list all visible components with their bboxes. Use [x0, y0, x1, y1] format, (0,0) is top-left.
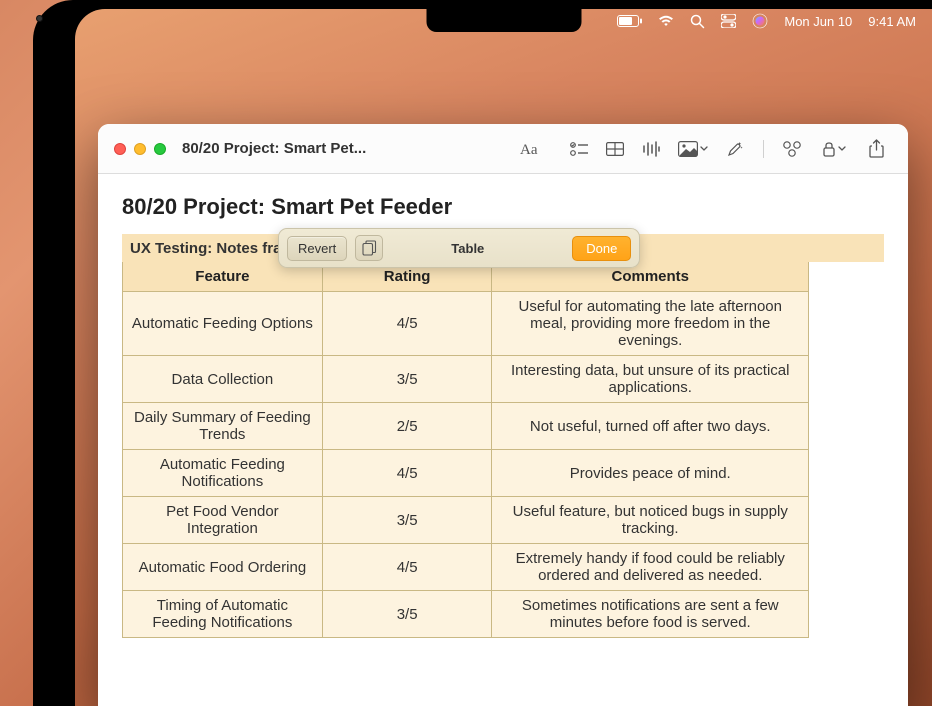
- cell-comments[interactable]: Not useful, turned off after two days.: [492, 403, 809, 450]
- note-subtitle: UX Testing: Notes fra: [130, 240, 281, 257]
- lock-button[interactable]: [810, 134, 858, 164]
- writing-tools-button[interactable]: [717, 134, 753, 164]
- cell-comments[interactable]: Interesting data, but unsure of its prac…: [492, 356, 809, 403]
- copy-button[interactable]: [355, 235, 383, 261]
- cell-feature[interactable]: Pet Food Vendor Integration: [123, 497, 323, 544]
- minimize-button[interactable]: [134, 143, 146, 155]
- camera-dot: [36, 15, 43, 22]
- checklist-button[interactable]: [561, 134, 597, 164]
- cell-rating[interactable]: 2/5: [322, 403, 492, 450]
- cell-rating[interactable]: 4/5: [322, 544, 492, 591]
- cell-comments[interactable]: Provides peace of mind.: [492, 450, 809, 497]
- close-button[interactable]: [114, 143, 126, 155]
- done-button[interactable]: Done: [572, 236, 631, 261]
- svg-text:Aa: Aa: [520, 142, 538, 157]
- share-button[interactable]: [858, 134, 894, 164]
- cell-rating[interactable]: 3/5: [322, 356, 492, 403]
- feedback-table[interactable]: Feature Rating Comments Automatic Feedin…: [122, 262, 809, 638]
- format-button[interactable]: Aa: [513, 134, 549, 164]
- control-center-icon[interactable]: [721, 14, 736, 28]
- cell-comments[interactable]: Useful feature, but noticed bugs in supp…: [492, 497, 809, 544]
- revert-button[interactable]: Revert: [287, 236, 347, 261]
- battery-icon[interactable]: [617, 15, 642, 27]
- table-row[interactable]: Daily Summary of Feeding Trends2/5Not us…: [123, 403, 809, 450]
- cell-rating[interactable]: 4/5: [322, 450, 492, 497]
- chevron-down-icon: [838, 146, 846, 151]
- laptop-frame: Mon Jun 10 9:41 AM 80/20 Project: Smart …: [0, 0, 932, 706]
- table-row[interactable]: Automatic Feeding Options4/5Useful for a…: [123, 292, 809, 356]
- cell-feature[interactable]: Data Collection: [123, 356, 323, 403]
- table-row[interactable]: Automatic Feeding Notifications4/5Provid…: [123, 450, 809, 497]
- cell-feature[interactable]: Daily Summary of Feeding Trends: [123, 403, 323, 450]
- link-button[interactable]: [774, 134, 810, 164]
- notes-window: 80/20 Project: Smart Pet... Aa: [98, 124, 908, 706]
- menubar-date[interactable]: Mon Jun 10: [784, 14, 852, 29]
- menubar-time[interactable]: 9:41 AM: [868, 14, 916, 29]
- cell-feature[interactable]: Automatic Feeding Options: [123, 292, 323, 356]
- titlebar: 80/20 Project: Smart Pet... Aa: [98, 124, 908, 174]
- table-row[interactable]: Data Collection3/5Interesting data, but …: [123, 356, 809, 403]
- traffic-lights: [114, 143, 166, 155]
- cell-rating[interactable]: 3/5: [322, 591, 492, 638]
- wifi-icon[interactable]: [658, 15, 674, 27]
- toolbar: Aa: [507, 134, 900, 164]
- table-edit-toolbar: Revert Table Done: [278, 228, 640, 268]
- note-subtitle-row: UX Testing: Notes fra Revert Table Done: [122, 234, 884, 262]
- table-row[interactable]: Automatic Food Ordering4/5Extremely hand…: [123, 544, 809, 591]
- laptop-bezel: Mon Jun 10 9:41 AM 80/20 Project: Smart …: [33, 0, 932, 706]
- notch: [426, 9, 581, 32]
- cell-feature[interactable]: Timing of Automatic Feeding Notification…: [123, 591, 323, 638]
- cell-feature[interactable]: Automatic Food Ordering: [123, 544, 323, 591]
- search-icon[interactable]: [690, 14, 705, 29]
- cell-comments[interactable]: Extremely handy if food could be reliabl…: [492, 544, 809, 591]
- cell-rating[interactable]: 4/5: [322, 292, 492, 356]
- note-title: 80/20 Project: Smart Pet Feeder: [122, 194, 884, 220]
- maximize-button[interactable]: [154, 143, 166, 155]
- window-title: 80/20 Project: Smart Pet...: [182, 140, 366, 157]
- note-content: 80/20 Project: Smart Pet Feeder UX Testi…: [98, 174, 908, 658]
- audio-button[interactable]: [633, 134, 669, 164]
- table-row[interactable]: Pet Food Vendor Integration3/5Useful fea…: [123, 497, 809, 544]
- table-label: Table: [391, 241, 564, 256]
- table-row[interactable]: Timing of Automatic Feeding Notification…: [123, 591, 809, 638]
- cell-feature[interactable]: Automatic Feeding Notifications: [123, 450, 323, 497]
- table-button[interactable]: [597, 134, 633, 164]
- toolbar-separator: [763, 140, 764, 158]
- desktop: Mon Jun 10 9:41 AM 80/20 Project: Smart …: [75, 9, 932, 706]
- media-button[interactable]: [669, 134, 717, 164]
- siri-icon[interactable]: [752, 13, 768, 29]
- cell-rating[interactable]: 3/5: [322, 497, 492, 544]
- chevron-down-icon: [700, 146, 708, 151]
- cell-comments[interactable]: Sometimes notifications are sent a few m…: [492, 591, 809, 638]
- cell-comments[interactable]: Useful for automating the late afternoon…: [492, 292, 809, 356]
